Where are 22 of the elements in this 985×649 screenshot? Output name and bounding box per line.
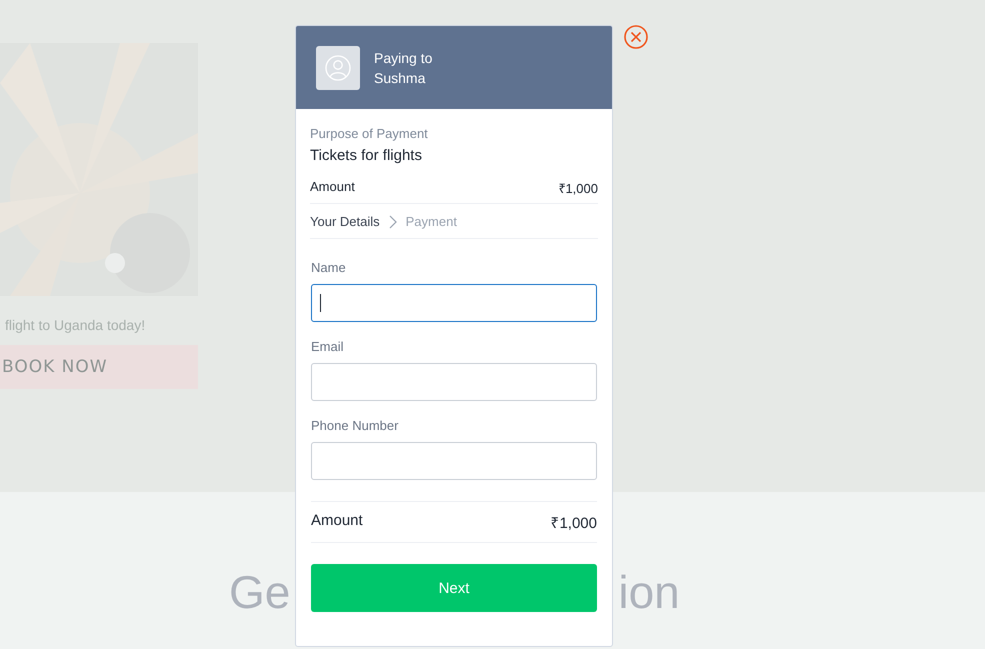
step-tab[interactable]: Your Details [310, 214, 380, 229]
step-tab[interactable]: Payment [406, 214, 457, 229]
field-label: Name [311, 259, 347, 276]
total-value: ₹1,000 [550, 514, 597, 532]
purpose-value: Tickets for flights [310, 146, 423, 166]
total-label: Amount [311, 512, 363, 531]
purpose-label: Purpose of Payment [310, 125, 429, 143]
next-button[interactable]: Next [311, 564, 597, 612]
avatar-icon [316, 46, 360, 90]
heading: Ge [229, 566, 290, 618]
payee-label: Paying to [374, 48, 432, 68]
amount-value: ₹1,000 [558, 180, 598, 197]
chevron-icon [388, 214, 397, 228]
input-field[interactable] [311, 284, 597, 322]
book-now-button[interactable]: BOOK NOW [0, 345, 198, 389]
field-label: Email [311, 338, 345, 355]
field-label: Phone Number [311, 417, 400, 434]
heading: ion [618, 566, 680, 618]
close-icon[interactable] [624, 25, 648, 49]
payee-name: Sushma [374, 68, 426, 88]
amount-label: Amount [310, 179, 355, 196]
tagline: flight to Uganda today! [5, 317, 146, 333]
